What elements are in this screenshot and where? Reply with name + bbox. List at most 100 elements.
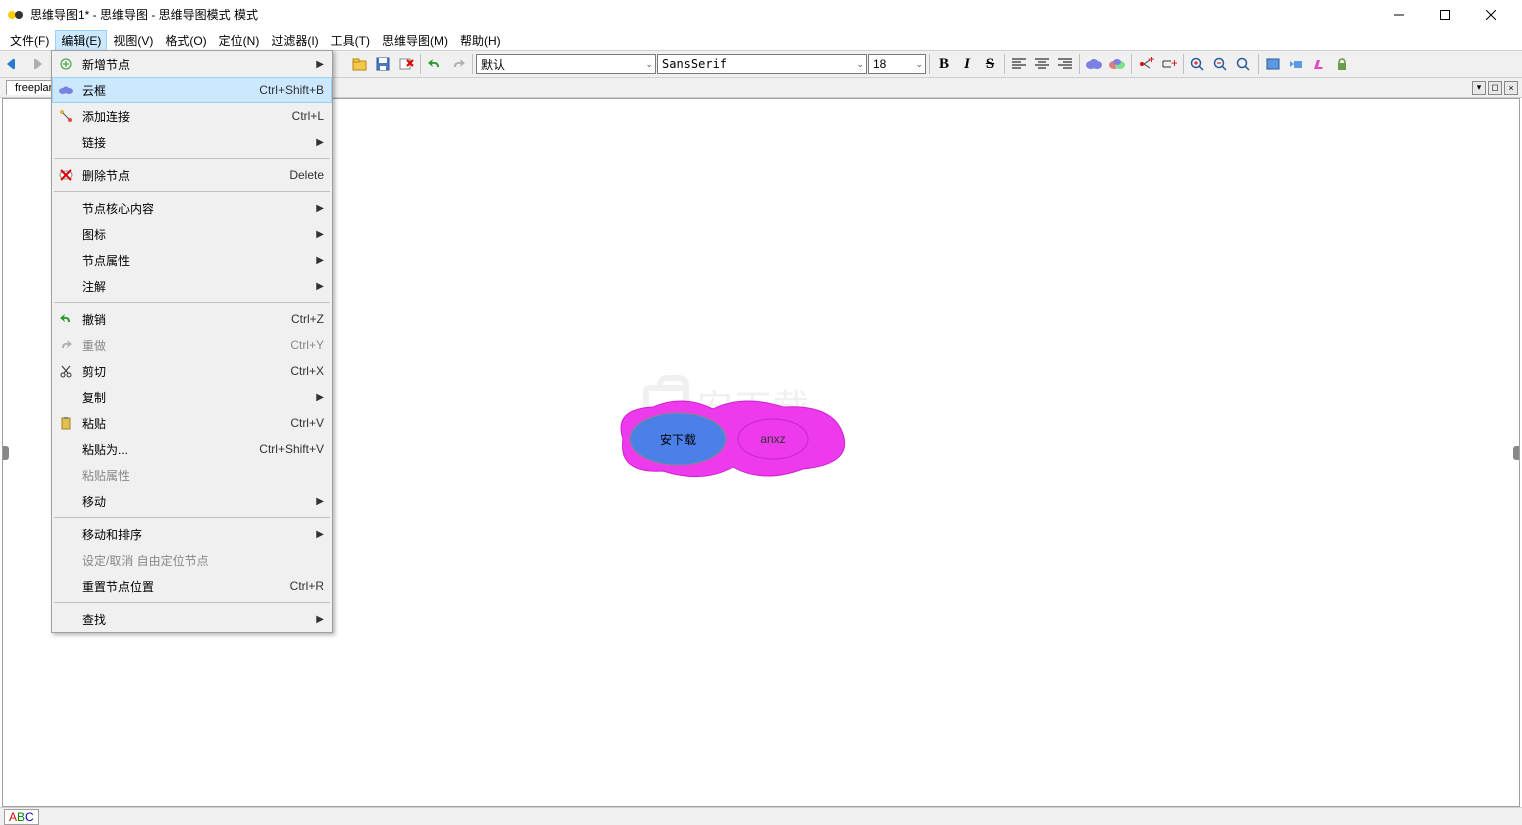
scroll-handle-left[interactable] bbox=[3, 446, 9, 460]
menu-item-label: 移动 bbox=[82, 493, 312, 510]
menu-item-label: 剪切 bbox=[82, 363, 290, 380]
submenu-arrow-icon: ▶ bbox=[316, 203, 324, 214]
menu-item-复制[interactable]: 复制▶ bbox=[52, 384, 332, 410]
zoom-out-button[interactable] bbox=[1210, 53, 1232, 75]
blank-icon bbox=[56, 550, 76, 570]
menu-item-查找[interactable]: 查找▶ bbox=[52, 606, 332, 632]
align-center-button[interactable] bbox=[1031, 53, 1053, 75]
chevron-down-icon: ⌄ bbox=[856, 59, 864, 70]
menu-item-粘贴为...[interactable]: 粘贴为...Ctrl+Shift+V bbox=[52, 436, 332, 462]
menu-item-shortcut: Ctrl+Z bbox=[291, 312, 324, 326]
menu-item-label: 移动和排序 bbox=[82, 526, 312, 543]
menu-item-添加连接[interactable]: 添加连接Ctrl+L bbox=[52, 103, 332, 129]
menu-edit[interactable]: 编辑(E) bbox=[55, 30, 107, 51]
separator bbox=[420, 54, 421, 74]
add-child-button[interactable]: + bbox=[1135, 53, 1157, 75]
menu-item-节点核心内容[interactable]: 节点核心内容 ▶ bbox=[52, 195, 332, 221]
menu-item-删除节点[interactable]: 删除节点Delete bbox=[52, 162, 332, 188]
blank-icon bbox=[56, 250, 76, 270]
menu-item-移动和排序[interactable]: 移动和排序 ▶ bbox=[52, 521, 332, 547]
submenu-arrow-icon: ▶ bbox=[316, 137, 324, 148]
save-button[interactable] bbox=[372, 53, 394, 75]
menu-navigate[interactable]: 定位(N) bbox=[213, 30, 266, 51]
menu-format[interactable]: 格式(O) bbox=[159, 30, 212, 51]
menu-help[interactable]: 帮助(H) bbox=[454, 30, 507, 51]
menu-file[interactable]: 文件(F) bbox=[4, 30, 55, 51]
menu-item-设定/取消 自由定位节点: 设定/取消 自由定位节点 bbox=[52, 547, 332, 573]
menu-item-shortcut: Ctrl+X bbox=[290, 364, 324, 378]
menu-item-label: 粘贴为... bbox=[82, 441, 259, 458]
undo-icon bbox=[56, 309, 76, 329]
align-right-button[interactable] bbox=[1054, 53, 1076, 75]
cloud-button[interactable] bbox=[1083, 53, 1105, 75]
close-map-button[interactable] bbox=[395, 53, 417, 75]
close-button[interactable] bbox=[1468, 0, 1514, 30]
menu-item-shortcut: Ctrl+Shift+V bbox=[259, 442, 324, 456]
menu-item-注解[interactable]: 注解▶ bbox=[52, 273, 332, 299]
zoom-in-button[interactable] bbox=[1187, 53, 1209, 75]
menu-item-label: 设定/取消 自由定位节点 bbox=[82, 552, 324, 569]
menu-item-图标[interactable]: 图标 ▶ bbox=[52, 221, 332, 247]
statusbar: ABC bbox=[0, 807, 1522, 825]
menu-item-新增节点[interactable]: 新增节点▶ bbox=[52, 51, 332, 77]
lock-button[interactable] bbox=[1331, 53, 1353, 75]
spellcheck-button[interactable]: ABC bbox=[4, 809, 39, 825]
redo-button[interactable] bbox=[447, 53, 469, 75]
zoom-fit-button[interactable] bbox=[1233, 53, 1255, 75]
nav-back-button[interactable] bbox=[2, 53, 24, 75]
size-combo[interactable]: 18⌄ bbox=[868, 54, 926, 74]
menu-filter[interactable]: 过滤器(I) bbox=[265, 30, 324, 51]
menu-item-粘贴[interactable]: 粘贴Ctrl+V bbox=[52, 410, 332, 436]
open-button[interactable] bbox=[349, 53, 371, 75]
menu-item-撤销[interactable]: 撤销Ctrl+Z bbox=[52, 306, 332, 332]
blank-icon bbox=[56, 198, 76, 218]
menu-separator bbox=[54, 191, 330, 192]
tab-restore-button[interactable]: ◻ bbox=[1488, 81, 1502, 95]
menu-tools[interactable]: 工具(T) bbox=[325, 30, 376, 51]
menu-mindmap[interactable]: 思维导图(M) bbox=[376, 30, 454, 51]
italic-button[interactable]: I bbox=[956, 53, 978, 75]
cloud-color-button[interactable] bbox=[1106, 53, 1128, 75]
blank-icon bbox=[56, 387, 76, 407]
nav-forward-button[interactable] bbox=[25, 53, 47, 75]
menu-item-云框[interactable]: 云框Ctrl+Shift+B bbox=[52, 77, 332, 103]
goto-root-button[interactable] bbox=[1285, 53, 1307, 75]
menu-item-shortcut: Delete bbox=[289, 168, 324, 182]
minimize-button[interactable] bbox=[1376, 0, 1422, 30]
bold-button[interactable]: B bbox=[933, 53, 955, 75]
menu-item-label: 复制 bbox=[82, 389, 312, 406]
menu-view[interactable]: 视图(V) bbox=[107, 30, 159, 51]
font-combo[interactable]: SansSerif⌄ bbox=[657, 54, 867, 74]
menu-item-重置节点位置[interactable]: 重置节点位置Ctrl+R bbox=[52, 573, 332, 599]
add-sibling-button[interactable]: + bbox=[1158, 53, 1180, 75]
submenu-arrow-icon: ▶ bbox=[316, 229, 324, 240]
tab-menu-button[interactable]: ▾ bbox=[1472, 81, 1486, 95]
menu-item-粘贴属性: 粘贴属性 bbox=[52, 462, 332, 488]
menu-item-label: 删除节点 bbox=[82, 167, 289, 184]
menu-item-label: 重做 bbox=[82, 337, 290, 354]
scroll-handle-right[interactable] bbox=[1513, 446, 1519, 460]
highlight-button[interactable] bbox=[1308, 53, 1330, 75]
maximize-button[interactable] bbox=[1422, 0, 1468, 30]
menu-item-label: 节点核心内容 bbox=[82, 200, 312, 217]
menu-item-移动[interactable]: 移动▶ bbox=[52, 488, 332, 514]
connector-icon bbox=[56, 106, 76, 126]
menu-item-链接[interactable]: 链接▶ bbox=[52, 129, 332, 155]
menu-item-label: 图标 bbox=[82, 226, 312, 243]
strike-button[interactable]: S bbox=[979, 53, 1001, 75]
tab-close-button[interactable]: × bbox=[1504, 81, 1518, 95]
chevron-down-icon: ⌄ bbox=[645, 59, 653, 70]
undo-button[interactable] bbox=[424, 53, 446, 75]
menu-item-节点属性[interactable]: 节点属性▶ bbox=[52, 247, 332, 273]
submenu-arrow-icon: ▶ bbox=[316, 614, 324, 625]
menu-item-label: 注解 bbox=[82, 278, 312, 295]
align-left-button[interactable] bbox=[1008, 53, 1030, 75]
submenu-arrow-icon: ▶ bbox=[316, 529, 324, 540]
blank-icon bbox=[56, 132, 76, 152]
redo-icon bbox=[56, 335, 76, 355]
window-title: 思维导图1* - 思维导图 - 思维导图模式 模式 bbox=[30, 6, 1376, 23]
menu-item-剪切[interactable]: 剪切Ctrl+X bbox=[52, 358, 332, 384]
center-button[interactable] bbox=[1262, 53, 1284, 75]
style-combo[interactable]: 默认⌄ bbox=[476, 54, 656, 74]
edit-menu-dropdown: 新增节点▶云框Ctrl+Shift+B添加连接Ctrl+L链接▶ 删除节点Dele… bbox=[51, 50, 333, 633]
